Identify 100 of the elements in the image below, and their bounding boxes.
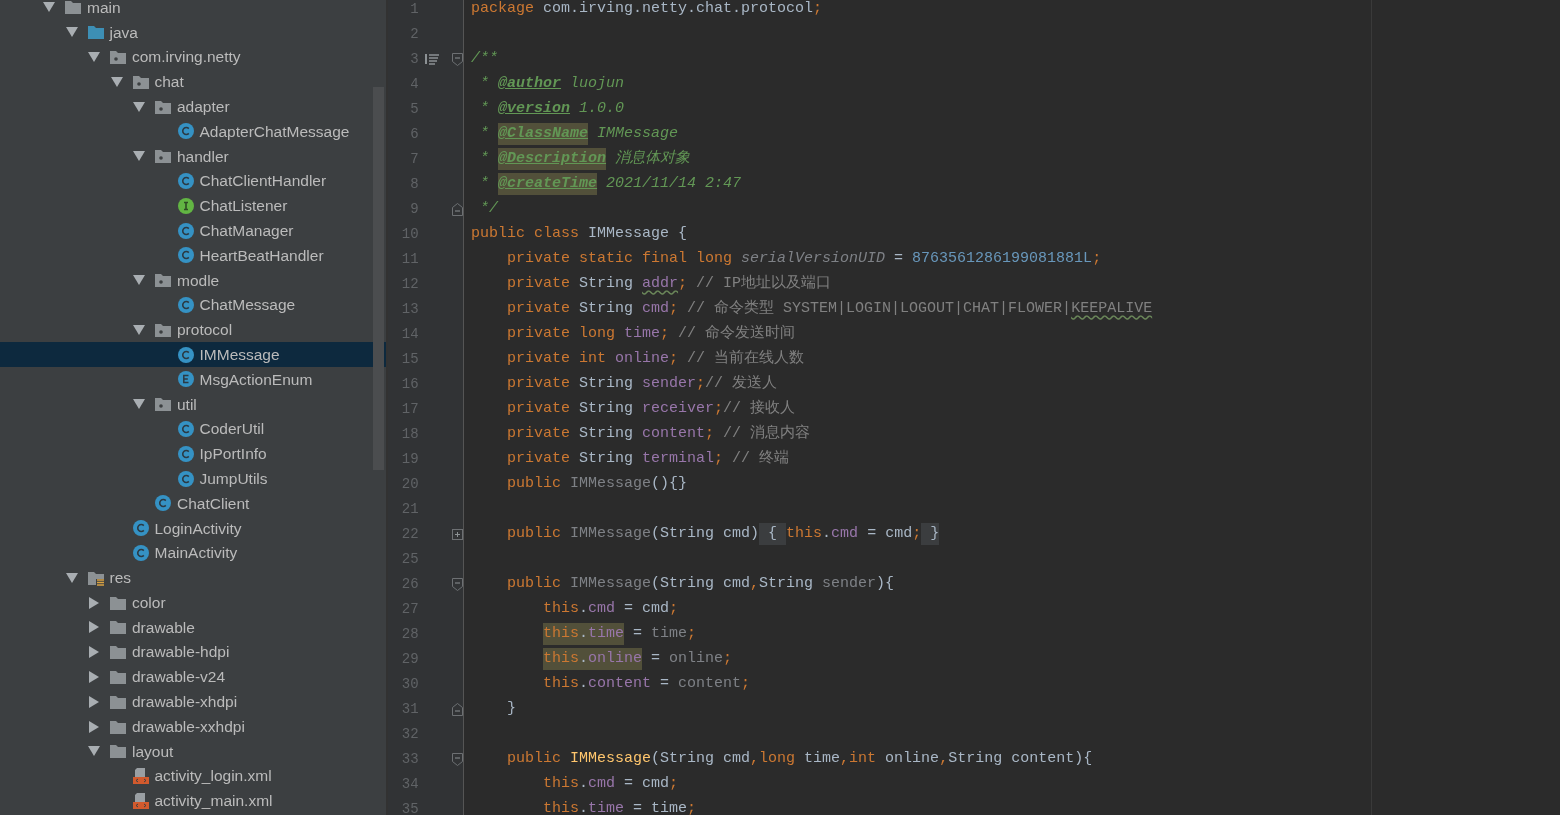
code-line: */ <box>479 198 500 219</box>
tree-item[interactable]: chat <box>0 69 386 95</box>
code-line: private String sender;// 发送人 <box>506 373 779 394</box>
fold-end-icon[interactable] <box>452 202 463 216</box>
code-line: } <box>506 698 517 719</box>
tree-item[interactable]: HeartBeatHandler <box>0 242 386 268</box>
class-icon <box>176 444 195 463</box>
xml-file-icon <box>131 791 150 810</box>
tree-item[interactable]: color <box>0 590 386 615</box>
tree-item[interactable]: util <box>0 391 386 417</box>
tree-item[interactable]: IpPortInfo <box>0 441 386 467</box>
tree-item[interactable]: drawable-hdpi <box>0 639 386 665</box>
class-icon <box>176 345 195 364</box>
class-icon <box>176 246 195 265</box>
expanded-arrow-icon[interactable] <box>133 324 145 335</box>
code-line: private long time; // 命令发送时间 <box>506 323 797 344</box>
tree-item[interactable]: protocol <box>0 317 386 343</box>
tree-item[interactable]: MainActivity <box>0 540 386 566</box>
folder-icon <box>64 0 82 17</box>
code-line: /** <box>471 48 499 69</box>
class-icon <box>131 519 150 538</box>
tree-item[interactable]: CoderUtil <box>0 416 386 442</box>
code-line: public IMMessage(String cmd) { this.cmd = cmd; } <box>471 521 1560 547</box>
tree-item[interactable]: java <box>0 19 386 45</box>
interface-icon <box>176 196 195 215</box>
class-icon <box>176 221 195 240</box>
code-line: private int online; // 当前在线人数 <box>506 348 806 369</box>
code-line: public IMMessage(){} <box>506 473 689 494</box>
tree-item[interactable]: layout <box>0 738 386 764</box>
code-line: private static final long serialVersionUID = 8763561286199081881L; <box>506 248 1103 269</box>
class-icon <box>176 469 195 488</box>
expanded-arrow-icon[interactable] <box>133 101 145 112</box>
tree-item[interactable]: AdapterChatMessage <box>0 119 386 144</box>
fold-icon[interactable] <box>452 577 463 591</box>
tree-item[interactable]: res <box>0 565 386 591</box>
collapsed-arrow-icon[interactable] <box>89 646 99 659</box>
tree-item[interactable]: drawable-v24 <box>0 664 386 690</box>
tree-item[interactable]: drawable-xxhdpi <box>0 714 386 739</box>
expanded-arrow-icon[interactable] <box>88 52 100 62</box>
tree-item[interactable]: ChatClient <box>0 490 386 516</box>
tree-item[interactable]: ChatMessage <box>0 292 386 318</box>
expanded-arrow-icon[interactable] <box>110 76 123 87</box>
folder-icon <box>109 618 127 637</box>
tree-item[interactable]: adapter <box>0 94 386 119</box>
code-line: public class IMMessage { <box>471 223 689 244</box>
package-folder-icon <box>154 395 172 414</box>
expanded-arrow-icon[interactable] <box>133 151 145 162</box>
tree-item[interactable]: activity_main.xml <box>0 788 386 814</box>
tree-item[interactable]: MsgActionEnum <box>0 366 386 392</box>
tree-item[interactable]: JumpUtils <box>0 466 386 491</box>
tree-item[interactable]: modle <box>0 267 386 293</box>
tree-item[interactable]: ChatListener <box>0 193 386 219</box>
code-line: this.online = online; <box>471 646 1560 672</box>
tree-item[interactable]: com.irving.netty <box>0 44 386 70</box>
folder-icon <box>86 23 105 42</box>
class-icon <box>176 171 195 190</box>
fold-icon[interactable] <box>452 752 463 766</box>
render-doc-icon[interactable] <box>425 53 440 65</box>
class-icon <box>176 122 195 141</box>
expanded-arrow-icon[interactable] <box>65 572 78 583</box>
class-icon <box>176 295 195 314</box>
code-line: package com.irving.netty.chat.protocol; <box>471 0 824 19</box>
tree-item[interactable]: drawable-xhdpi <box>0 689 386 715</box>
package-folder-icon <box>154 271 172 290</box>
code-line: public IMMessage(String cmd,String sender){ <box>506 573 896 594</box>
code-line: * @Description 消息体对象 <box>471 146 1560 172</box>
fold-end-icon[interactable] <box>452 702 463 716</box>
code-line: this.time = time; <box>471 621 1560 647</box>
collapsed-arrow-icon[interactable] <box>89 720 99 733</box>
collapsed-arrow-icon[interactable] <box>89 596 99 609</box>
expanded-arrow-icon[interactable] <box>133 399 145 410</box>
code-line: private String receiver;// 接收人 <box>506 398 797 419</box>
package-folder-icon <box>109 48 127 66</box>
expand-fold-icon[interactable] <box>452 528 463 540</box>
tree-item[interactable]: ChatClientHandler <box>0 168 386 194</box>
tree-item[interactable]: ChatManager <box>0 218 386 243</box>
collapsed-arrow-icon[interactable] <box>89 621 99 634</box>
code-line: this.time = time; <box>542 798 698 815</box>
folder-icon <box>109 742 127 761</box>
tree-item[interactable]: IMMessage <box>0 342 386 367</box>
code-line: private String terminal; // 终端 <box>506 448 791 469</box>
collapsed-arrow-icon[interactable] <box>89 695 99 708</box>
code-line: private String addr; // IP地址以及端口 <box>506 273 833 294</box>
expanded-arrow-icon[interactable] <box>88 746 100 757</box>
tree-item[interactable]: handler <box>0 143 386 169</box>
code-line: this.content = content; <box>542 673 752 694</box>
code-line: private String cmd; // 命令类型 SYSTEM|LOGIN|LOGOUT|CHAT|FLOWER|KEEPALIVE <box>506 298 1154 319</box>
xml-file-icon <box>131 767 150 786</box>
collapsed-arrow-icon[interactable] <box>89 670 99 683</box>
fold-icon[interactable] <box>452 52 463 66</box>
tree-item[interactable]: drawable <box>0 614 386 640</box>
tree-item[interactable]: main <box>0 0 386 20</box>
code-line: * @version 1.0.0 <box>479 98 626 119</box>
expanded-arrow-icon[interactable] <box>65 27 78 38</box>
scrollbar-thumb[interactable] <box>373 87 384 470</box>
expanded-arrow-icon[interactable] <box>133 275 145 286</box>
tree-item[interactable]: LoginActivity <box>0 515 386 541</box>
tree-item[interactable]: activity_login.xml <box>0 763 386 789</box>
expanded-arrow-icon[interactable] <box>43 2 55 13</box>
code-line: * @author luojun <box>479 73 626 94</box>
